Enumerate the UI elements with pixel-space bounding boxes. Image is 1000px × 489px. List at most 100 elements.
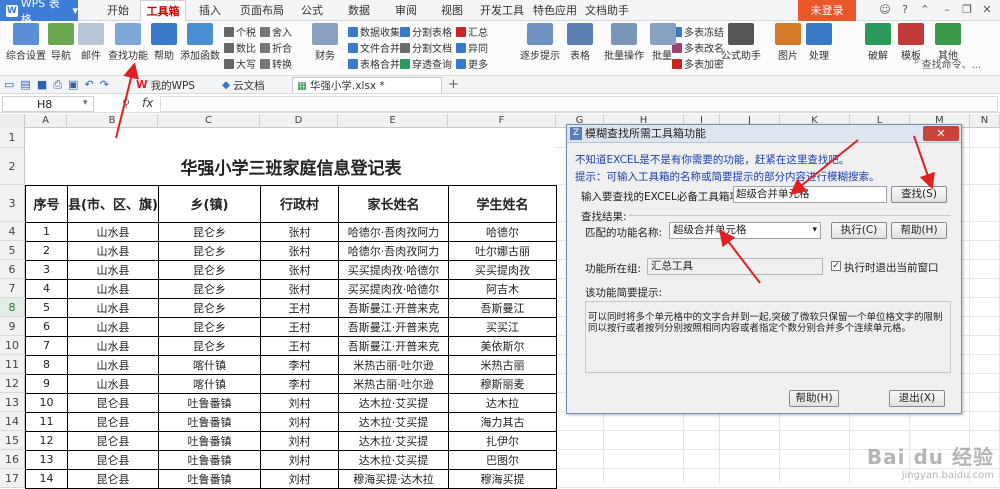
table-cell[interactable]: 山水县 (67, 278, 159, 299)
tab-cloud-docs[interactable]: ◆ 云文档 (218, 77, 269, 93)
row-header[interactable]: 5 (0, 241, 25, 260)
table-cell[interactable]: 山水县 (67, 259, 159, 280)
table-cell[interactable]: 达木拉·艾买提 (338, 411, 449, 432)
table-cell[interactable]: 张村 (260, 259, 339, 280)
ribbon-small_col6-1-button[interactable]: 多表改名 (672, 40, 724, 55)
table-cell[interactable]: 刘村 (260, 468, 339, 489)
row-header[interactable]: 4 (0, 222, 25, 241)
table-cell[interactable]: 昆仑县 (67, 411, 159, 432)
app-menu-button[interactable]: W WPS 表格 ▾ (0, 0, 78, 26)
table-cell[interactable]: 10 (25, 392, 68, 413)
find-function-button[interactable]: 查找功能 (106, 23, 150, 62)
menu-tab[interactable]: 视图 (432, 0, 472, 21)
minimize-icon[interactable]: – (938, 2, 956, 18)
table-cell[interactable]: 吐鲁番镇 (158, 392, 261, 413)
select-all-corner[interactable] (0, 114, 25, 128)
menu-tab[interactable]: 页面布局 (236, 0, 288, 21)
ribbon-small_col4-2-button[interactable]: 穿透查询 (400, 56, 452, 71)
table-cell[interactable]: 昆仑乡 (158, 221, 261, 242)
table-cell[interactable]: 米热古丽·吐尔逊 (338, 373, 449, 394)
row-header[interactable]: 3 (0, 185, 25, 222)
table-cell[interactable]: 山水县 (67, 297, 159, 318)
table-cell[interactable]: 昆仑县 (67, 468, 159, 489)
table-cell[interactable]: 刘村 (260, 392, 339, 413)
menu-tab[interactable]: 插入 (190, 0, 230, 21)
find-button[interactable]: 查找(S) (891, 186, 947, 203)
row-header[interactable]: 16 (0, 450, 25, 469)
ribbon-small_col1-2-button[interactable]: 大写 (224, 56, 256, 71)
table-cell[interactable]: 吾斯曼江·开普来克 (338, 297, 449, 318)
table-cell[interactable]: 1 (25, 221, 68, 242)
row-header[interactable]: 2 (0, 148, 25, 185)
row-header[interactable]: 11 (0, 355, 25, 374)
execute-button[interactable]: 执行(C) (831, 222, 887, 239)
table-cell[interactable]: 王村 (260, 297, 339, 318)
table-cell[interactable]: 张村 (260, 278, 339, 299)
header-cell[interactable]: 行政村 (260, 184, 339, 223)
row-header[interactable]: 15 (0, 431, 25, 450)
step-hint-button[interactable]: 逐步提示 (518, 23, 562, 62)
table-cell[interactable]: 吐鲁番镇 (158, 430, 261, 451)
ribbon-small_col2-1-button[interactable]: 折合 (260, 40, 292, 55)
menu-tab[interactable]: 审阅 (386, 0, 426, 21)
ribbon-small_col1-0-button[interactable]: 个税 (224, 24, 256, 39)
process-button[interactable]: 处理 (804, 23, 834, 62)
new-icon[interactable]: ▭ (4, 78, 14, 92)
table-cell[interactable]: 穆斯丽麦 (448, 373, 557, 394)
table-cell[interactable]: 吾斯曼江 (448, 297, 557, 318)
column-header[interactable]: D (260, 114, 338, 128)
exit-checkbox[interactable]: ✓ (831, 261, 841, 271)
print-icon[interactable]: ⎙ (53, 78, 62, 92)
crack-button[interactable]: 破解 (864, 23, 892, 62)
ribbon-small_col1-1-button[interactable]: 数比 (224, 40, 256, 55)
table-cell[interactable]: 昆仑乡 (158, 316, 261, 337)
table-cell[interactable]: 吐鲁番镇 (158, 411, 261, 432)
table-cell[interactable]: 昆仑乡 (158, 297, 261, 318)
table-cell[interactable]: 扎伊尔 (448, 430, 557, 451)
ribbon-small_col5-2-button[interactable]: 更多 (456, 56, 488, 71)
table-cell[interactable]: 3 (25, 259, 68, 280)
menu-tab[interactable]: 工具箱 (140, 0, 186, 21)
table-cell[interactable]: 李村 (260, 354, 339, 375)
ribbon-small_col6-2-button[interactable]: 多表加密 (672, 56, 724, 71)
ribbon-small_col6-0-button[interactable]: 多表冻结 (672, 24, 724, 39)
column-header[interactable]: N (970, 114, 1000, 128)
table-cell[interactable]: 哈德尔·吾肉孜阿力 (338, 240, 449, 261)
menu-tab[interactable]: 文档助手 (582, 0, 632, 21)
menu-tab[interactable]: 数据 (338, 0, 380, 21)
table-cell[interactable]: 米热古丽 (448, 354, 557, 375)
ribbon-small_col2-0-button[interactable]: 舍入 (260, 24, 292, 39)
table-cell[interactable]: 山水县 (67, 240, 159, 261)
batch-operation-button[interactable]: 批量操作 (602, 23, 646, 62)
exit-button[interactable]: 退出(X) (889, 390, 945, 407)
header-cell[interactable]: 县(市、区、旗) (67, 184, 159, 223)
redo-icon[interactable]: ↷ (100, 78, 109, 92)
table-cell[interactable]: 昆仑乡 (158, 259, 261, 280)
row-header[interactable]: 8 (0, 298, 25, 317)
help-icon[interactable]: ? (896, 2, 914, 18)
table-cell[interactable]: 5 (25, 297, 68, 318)
table-cell[interactable]: 8 (25, 354, 68, 375)
table-cell[interactable]: 山水县 (67, 335, 159, 356)
table-cell[interactable]: 达木拉·艾买提 (338, 449, 449, 470)
function-icon[interactable]: fx (142, 96, 153, 110)
table-cell[interactable]: 达木拉·艾买提 (338, 430, 449, 451)
table-cell[interactable]: 6 (25, 316, 68, 337)
table-cell[interactable]: 买买提肉孜·哈德尔 (338, 259, 449, 280)
ribbon-small_col3-1-button[interactable]: 文件合并 (348, 40, 400, 55)
table-cell[interactable]: 山水县 (67, 373, 159, 394)
match-select[interactable]: 超级合并单元格 ▾ (669, 222, 821, 239)
ribbon-small_col5-1-button[interactable]: 异同 (456, 40, 488, 55)
table-cell[interactable]: 11 (25, 411, 68, 432)
row-header[interactable]: 7 (0, 279, 25, 298)
row-header[interactable]: 9 (0, 317, 25, 336)
formula-helper-button[interactable]: 公式助手 (720, 23, 762, 62)
table-cell[interactable]: 张村 (260, 221, 339, 242)
sheet-title[interactable]: 华强小学三班家庭信息登记表 (25, 148, 557, 186)
table-cell[interactable]: 2 (25, 240, 68, 261)
collapse-ribbon-icon[interactable]: ⌃ (916, 2, 934, 18)
table-cell[interactable]: 米热古丽·吐尔逊 (338, 354, 449, 375)
table-cell[interactable]: 刘村 (260, 430, 339, 451)
table-cell[interactable]: 王村 (260, 335, 339, 356)
table-cell[interactable]: 达木拉·艾买提 (338, 392, 449, 413)
